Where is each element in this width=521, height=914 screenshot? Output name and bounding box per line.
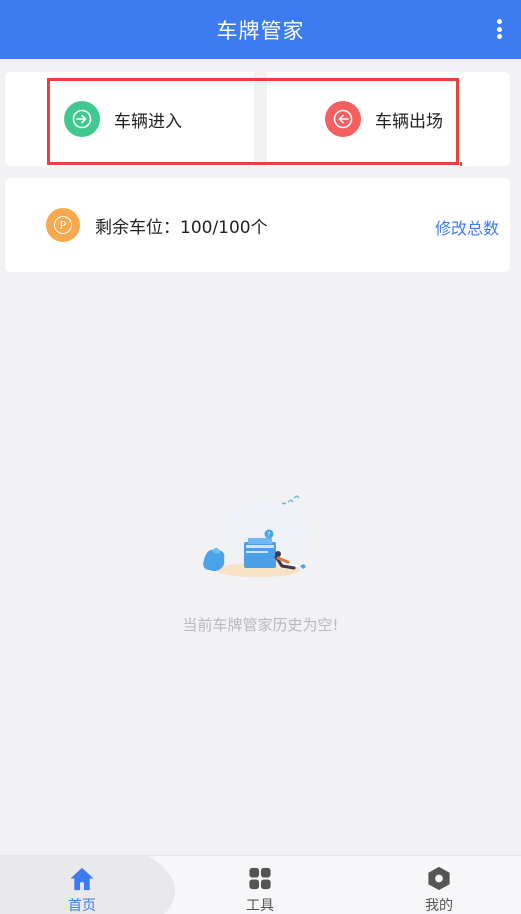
exit-arrow-icon — [325, 101, 361, 137]
home-icon — [70, 867, 94, 891]
vehicle-exit-label: 车辆出场 — [375, 111, 443, 132]
nav-item-home[interactable]: 首页 — [22, 856, 142, 914]
nav-label-tools: 工具 — [246, 898, 274, 914]
empty-state-illustration: ? — [203, 495, 312, 577]
more-vertical-icon[interactable] — [491, 17, 507, 41]
empty-state-message: 当前车牌管家历史为空! — [182, 616, 339, 634]
modify-total-button[interactable]: 修改总数 — [435, 215, 499, 239]
card-divider — [254, 72, 267, 166]
page-title: 车牌管家 — [216, 18, 305, 43]
parking-row: P 剩余车位：100/100个 — [46, 207, 268, 243]
nav-label-home: 首页 — [68, 898, 96, 914]
app-bar: 车牌管家 — [0, 0, 521, 59]
nav-label-mine: 我的 — [425, 898, 453, 914]
parking-icon: P — [46, 208, 80, 242]
enter-arrow-icon — [64, 101, 100, 137]
vehicle-exit-button[interactable]: 车辆出场 — [325, 72, 443, 166]
vehicle-actions-card: 车辆进入 车辆出场 — [5, 72, 510, 166]
highlight-mark — [460, 162, 462, 166]
remaining-spaces-text: 剩余车位：100/100个 — [95, 217, 268, 238]
hexagon-icon — [428, 866, 450, 891]
svg-text:?: ? — [267, 532, 270, 539]
nav-item-tools[interactable]: 工具 — [200, 856, 320, 914]
parking-icon-letter: P — [54, 216, 72, 234]
parking-card: P 剩余车位：100/100个 修改总数 — [5, 178, 510, 272]
nav-item-mine[interactable]: 我的 — [379, 856, 499, 914]
vehicle-enter-button[interactable]: 车辆进入 — [64, 72, 182, 166]
bottom-nav: 首页 工具 我的 — [0, 855, 521, 914]
vehicle-enter-label: 车辆进入 — [114, 111, 182, 132]
grid-icon — [249, 867, 271, 890]
